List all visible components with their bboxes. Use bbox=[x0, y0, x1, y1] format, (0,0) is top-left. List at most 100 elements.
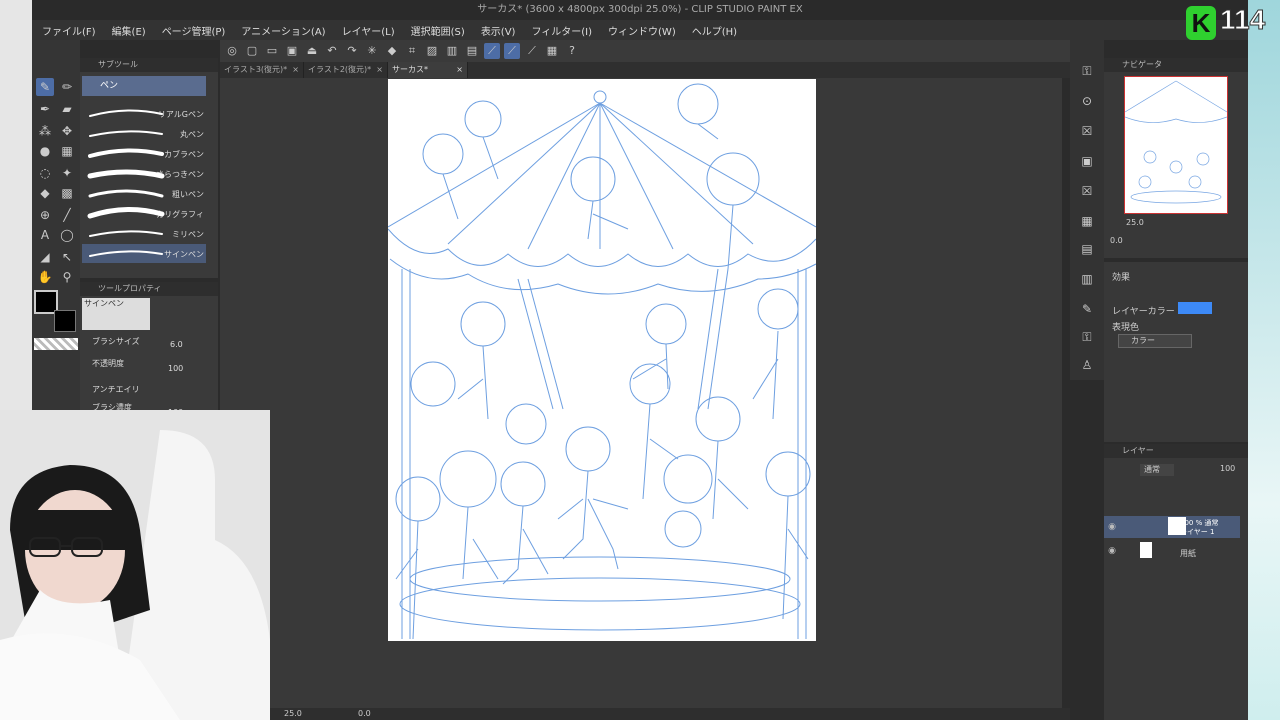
layer-color-swatch[interactable] bbox=[1178, 302, 1212, 314]
capture-icon[interactable]: ▣ bbox=[1078, 152, 1096, 170]
streamer-silhouette bbox=[0, 410, 270, 720]
status-zoom[interactable]: 25.0 bbox=[284, 709, 302, 718]
menu-window[interactable]: ウィンドウ(W) bbox=[608, 23, 676, 38]
material-icon[interactable]: ⚿ bbox=[1078, 328, 1096, 346]
layer-opacity-value[interactable]: 100 bbox=[1220, 464, 1235, 473]
pen-icon[interactable]: ✎ bbox=[36, 78, 54, 96]
brush-size-label: ブラシサイズ bbox=[92, 337, 140, 346]
sketch-drawing bbox=[388, 83, 816, 640]
navigator-zoom-value[interactable]: 25.0 bbox=[1126, 218, 1144, 227]
export-icon[interactable]: ⏏ bbox=[304, 43, 320, 59]
menu-animation[interactable]: アニメーション(A) bbox=[241, 23, 325, 38]
fill-icon[interactable]: ◆ bbox=[36, 184, 54, 202]
menu-view[interactable]: 表示(V) bbox=[481, 23, 516, 38]
transform-icon[interactable]: ⌗ bbox=[404, 43, 420, 59]
layer-color-label: レイヤーカラー bbox=[1112, 307, 1175, 317]
move-icon[interactable]: ✥ bbox=[58, 122, 76, 140]
navigator-thumbnail[interactable] bbox=[1124, 76, 1228, 214]
blend-icon[interactable]: ● bbox=[36, 142, 54, 160]
search-icon[interactable]: ⊙ bbox=[1078, 92, 1096, 110]
clear-selection-icon[interactable]: ☒ bbox=[1078, 122, 1096, 140]
eye-icon[interactable]: ◉ bbox=[1106, 545, 1118, 557]
subtool-group-pen[interactable]: ペン bbox=[82, 76, 206, 96]
effects-panel: 効果 レイヤーカラー 表現色 カラー bbox=[1104, 262, 1248, 442]
magic-wand-icon[interactable]: ✦ bbox=[58, 164, 76, 182]
menu-filter[interactable]: フィルター(I) bbox=[531, 23, 592, 38]
hand-icon[interactable]: ✋ bbox=[36, 268, 54, 286]
close-icon[interactable]: × bbox=[456, 62, 463, 78]
eraser-icon[interactable]: ▰ bbox=[58, 100, 76, 118]
crop-icon[interactable]: ▥ bbox=[444, 43, 460, 59]
text-icon[interactable]: A bbox=[36, 226, 54, 244]
tab-circus[interactable]: サーカス* × bbox=[388, 62, 468, 78]
new-file-icon[interactable]: ▢ bbox=[244, 43, 260, 59]
frame-icon[interactable]: ◢ bbox=[36, 248, 54, 266]
deselect-icon[interactable]: ▤ bbox=[464, 43, 480, 59]
loading-icon[interactable]: ✳ bbox=[364, 43, 380, 59]
sub-color-swatch[interactable] bbox=[54, 310, 76, 332]
redo-icon[interactable]: ↷ bbox=[344, 43, 360, 59]
stream-badge: K 114 bbox=[1180, 2, 1280, 42]
opacity-value[interactable]: 100 bbox=[168, 364, 190, 373]
badge-letter: K bbox=[1186, 6, 1216, 40]
correct-line-icon[interactable]: ↖ bbox=[58, 248, 76, 266]
menu-selection[interactable]: 選択範囲(S) bbox=[411, 23, 465, 38]
snap-special-icon[interactable]: ⟋ bbox=[504, 43, 520, 59]
settings-icon[interactable]: ▦ bbox=[544, 43, 560, 59]
figure-person-icon[interactable]: ♙ bbox=[1078, 356, 1096, 374]
transparent-color-swatch[interactable] bbox=[34, 338, 78, 350]
snap-ruler-icon[interactable]: ⟋ bbox=[484, 43, 500, 59]
navigator-rotate-value[interactable]: 0.0 bbox=[1110, 236, 1123, 245]
display-color-select[interactable]: カラー bbox=[1118, 334, 1192, 348]
tool-property-panel: ツールプロパティ サインペン ブラシサイズ 6.0 不透明度 100 アンチエイ… bbox=[80, 282, 218, 422]
open-folder-icon[interactable]: ▭ bbox=[264, 43, 280, 59]
layer-property-icon[interactable]: ⚿ bbox=[1078, 62, 1096, 80]
copy-icon[interactable]: ▤ bbox=[1078, 240, 1096, 258]
brush-size-value[interactable]: 6.0 bbox=[170, 340, 190, 349]
blend-mode-select[interactable]: 通常 bbox=[1140, 464, 1174, 476]
snap-grid-icon[interactable]: ⟋ bbox=[524, 43, 540, 59]
opacity-label: 不透明度 bbox=[92, 359, 124, 368]
display-color-label: 表現色 bbox=[1112, 323, 1140, 333]
figure-icon[interactable]: ▦ bbox=[58, 142, 76, 160]
gradient-icon[interactable]: ▩ bbox=[58, 184, 76, 202]
operation-icon[interactable]: ⊕ bbox=[36, 206, 54, 224]
close-icon[interactable]: × bbox=[376, 62, 383, 78]
paste-icon[interactable]: ▥ bbox=[1078, 270, 1096, 288]
menu-file[interactable]: ファイル(F) bbox=[42, 23, 96, 38]
subtool-panel: サブツール ペン リアルGペン 丸ペン カブラペン さらつきペン 粗いペン カリ… bbox=[80, 58, 218, 278]
status-rotate[interactable]: 0.0 bbox=[358, 709, 371, 718]
save-icon[interactable]: ▣ bbox=[284, 43, 300, 59]
decoration-icon[interactable]: ⁂ bbox=[36, 122, 54, 140]
canvas-tabs: イラスト3(復元)* × イラスト2(復元)* × サーカス* × bbox=[220, 62, 1070, 78]
lasso-icon[interactable]: ◌ bbox=[36, 164, 54, 182]
clear-icon[interactable]: ▨ bbox=[424, 43, 440, 59]
right-icon-strip: ⚿ ⊙ ☒ ▣ ☒ ▦ ▤ ▥ ✎ ⚿ ♙ bbox=[1070, 40, 1104, 380]
pencil-icon[interactable]: ✏ bbox=[58, 78, 76, 96]
eye-icon[interactable]: ◉ bbox=[1106, 521, 1118, 533]
menu-page[interactable]: ページ管理(P) bbox=[162, 23, 226, 38]
close-icon[interactable]: × bbox=[292, 62, 299, 78]
close-box-icon[interactable]: ☒ bbox=[1078, 182, 1096, 200]
menu-help[interactable]: ヘルプ(H) bbox=[692, 23, 737, 38]
edit-icon[interactable]: ✎ bbox=[1078, 300, 1096, 318]
fill-icon[interactable]: ◆ bbox=[384, 43, 400, 59]
brush-icon[interactable]: ✒ bbox=[36, 100, 54, 118]
grid-icon[interactable]: ▦ bbox=[1078, 212, 1096, 230]
navigator-panel: ナビゲータ 25.0 0.0 bbox=[1104, 58, 1248, 258]
line-icon[interactable]: ╱ bbox=[58, 206, 76, 224]
clip-studio-icon[interactable]: ◎ bbox=[224, 43, 240, 59]
navigator-preview-drawing bbox=[1124, 80, 1228, 204]
menu-edit[interactable]: 編集(E) bbox=[112, 23, 146, 38]
layer-row-paper[interactable]: ◉ 用紙 bbox=[1104, 540, 1240, 562]
canvas-paper[interactable] bbox=[388, 79, 816, 641]
help-icon[interactable]: ? bbox=[564, 43, 580, 59]
menu-layer[interactable]: レイヤー(L) bbox=[342, 23, 395, 38]
window-title: サーカス* (3600 x 4800px 300dpi 25.0%) - CLI… bbox=[32, 0, 1248, 20]
tab-illust3[interactable]: イラスト3(復元)* × bbox=[220, 62, 304, 78]
tab-illust2[interactable]: イラスト2(復元)* × bbox=[304, 62, 388, 78]
eyedropper-icon[interactable]: ⚲ bbox=[58, 268, 76, 286]
layer-row-selected[interactable]: ◉ 100 % 通常 レイヤー 1 bbox=[1104, 516, 1240, 538]
undo-icon[interactable]: ↶ bbox=[324, 43, 340, 59]
balloon-icon[interactable]: ◯ bbox=[58, 226, 76, 244]
